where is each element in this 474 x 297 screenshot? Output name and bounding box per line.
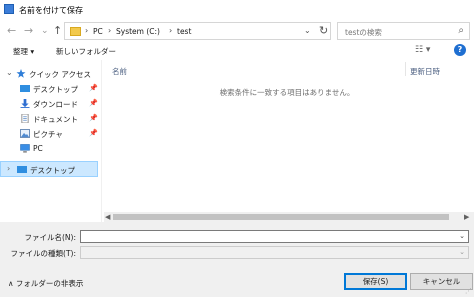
expand-arrow-icon[interactable]: ⌄ <box>6 68 13 77</box>
breadcrumb-separator[interactable]: › <box>169 26 172 35</box>
download-icon <box>20 99 30 108</box>
scroll-right-icon[interactable]: ▶ <box>464 213 469 221</box>
star-icon <box>16 69 26 78</box>
column-divider[interactable] <box>405 62 406 76</box>
navigation-bar: ← → ⌄ ↑ › PC › System (C:) › test ⌄ ↻ te… <box>0 20 474 42</box>
search-icon[interactable]: ⌕ <box>458 25 464 36</box>
recent-locations-button[interactable]: ⌄ <box>41 25 49 37</box>
horizontal-scrollbar[interactable]: ◀ ▶ <box>104 212 474 222</box>
breadcrumb-system-drive[interactable]: System (C:) <box>116 27 160 36</box>
help-icon[interactable]: ? <box>454 44 466 56</box>
folder-icon <box>70 27 81 36</box>
refresh-icon[interactable]: ↻ <box>319 24 328 37</box>
up-button[interactable]: ↑ <box>53 25 62 37</box>
filetype-label: ファイルの種類(T): <box>10 249 76 258</box>
filename-dropdown-icon[interactable]: ⌄ <box>459 232 465 240</box>
sidebar-item-label: ピクチャ <box>33 130 63 139</box>
view-options-icon[interactable]: ☷ ▾ <box>415 45 430 55</box>
sidebar-item-pc[interactable]: PC <box>0 142 98 156</box>
scroll-left-icon[interactable]: ◀ <box>105 213 110 221</box>
sidebar-item-label: クイック アクセス <box>29 70 92 79</box>
sidebar-item-pictures[interactable]: ピクチャ 📌 <box>0 127 98 141</box>
pane-divider[interactable] <box>101 60 102 222</box>
sidebar-item-desktop[interactable]: デスクトップ 📌 <box>0 82 98 96</box>
window-title: 名前を付けて保存 <box>19 6 83 15</box>
expand-arrow-icon[interactable]: › <box>7 164 10 173</box>
column-header-name[interactable]: 名前 <box>112 66 127 77</box>
breadcrumb-test[interactable]: test <box>177 27 191 36</box>
pin-icon[interactable]: 📌 <box>89 114 98 122</box>
cancel-button[interactable]: キャンセル <box>410 273 473 290</box>
organize-button[interactable]: 整理 ▾ <box>13 46 34 57</box>
pin-icon[interactable]: 📌 <box>89 99 98 107</box>
search-box[interactable]: testの検索 ⌕ <box>337 22 470 40</box>
sidebar-item-label: デスクトップ <box>33 85 78 94</box>
pin-icon[interactable]: 📌 <box>89 129 98 137</box>
save-button[interactable]: 保存(S) <box>344 273 407 290</box>
navigation-pane: ⌄ クイック アクセス デスクトップ 📌 ダウンロード 📌 ドキュメント 📌 ピ… <box>0 60 100 222</box>
empty-folder-message: 検索条件に一致する項目はありません。 <box>219 88 355 97</box>
sidebar-item-label: PC <box>33 144 43 153</box>
breadcrumb-separator[interactable]: › <box>108 26 111 35</box>
search-placeholder[interactable]: testの検索 <box>345 27 382 38</box>
address-bar[interactable]: › PC › System (C:) › test ⌄ ↻ <box>64 22 331 40</box>
back-button[interactable]: ← <box>7 25 16 37</box>
sidebar-item-documents[interactable]: ドキュメント 📌 <box>0 112 98 126</box>
pc-icon <box>20 144 30 153</box>
scrollbar-thumb[interactable] <box>113 214 449 220</box>
desktop-icon <box>17 166 27 173</box>
sidebar-item-label: デスクトップ <box>30 166 75 175</box>
file-list[interactable]: 名前 更新日時 検索条件に一致する項目はありません。 <box>104 60 474 222</box>
address-dropdown-icon[interactable]: ⌄ <box>304 26 311 35</box>
filetype-select[interactable]: ⌄ <box>80 246 469 259</box>
sidebar-item-label: ドキュメント <box>33 115 78 124</box>
title-bar: 名前を付けて保存 <box>0 0 474 20</box>
new-folder-button[interactable]: 新しいフォルダー <box>56 46 116 57</box>
document-icon <box>21 114 29 123</box>
sidebar-item-quick-access[interactable]: ⌄ クイック アクセス <box>0 67 98 81</box>
save-form: ファイル名(N): ⌄ ファイルの種類(T): ⌄ <box>0 222 474 268</box>
sidebar-item-downloads[interactable]: ダウンロード 📌 <box>0 97 98 111</box>
command-bar: 整理 ▾ 新しいフォルダー ☷ ▾ ? <box>0 42 474 60</box>
pin-icon[interactable]: 📌 <box>89 84 98 92</box>
app-icon <box>4 4 14 14</box>
hide-folders-button[interactable]: ∧ フォルダーの非表示 <box>8 278 83 289</box>
dialog-footer: ∧ フォルダーの非表示 保存(S) キャンセル ⋰ <box>0 268 474 297</box>
desktop-icon <box>20 85 30 92</box>
resize-grip-icon[interactable]: ⋰ <box>465 287 472 295</box>
sidebar-item-desktop-root[interactable]: › デスクトップ <box>0 161 98 177</box>
filetype-dropdown-icon[interactable]: ⌄ <box>459 248 465 256</box>
filename-field[interactable]: ⌄ <box>80 230 469 243</box>
sidebar-item-label: ダウンロード <box>33 100 78 109</box>
forward-button[interactable]: → <box>24 25 33 37</box>
pictures-icon <box>20 129 30 138</box>
breadcrumb-pc[interactable]: PC <box>93 27 103 36</box>
column-header-date[interactable]: 更新日時 <box>410 66 440 77</box>
breadcrumb-separator[interactable]: › <box>85 26 88 35</box>
filename-label: ファイル名(N): <box>24 233 77 242</box>
